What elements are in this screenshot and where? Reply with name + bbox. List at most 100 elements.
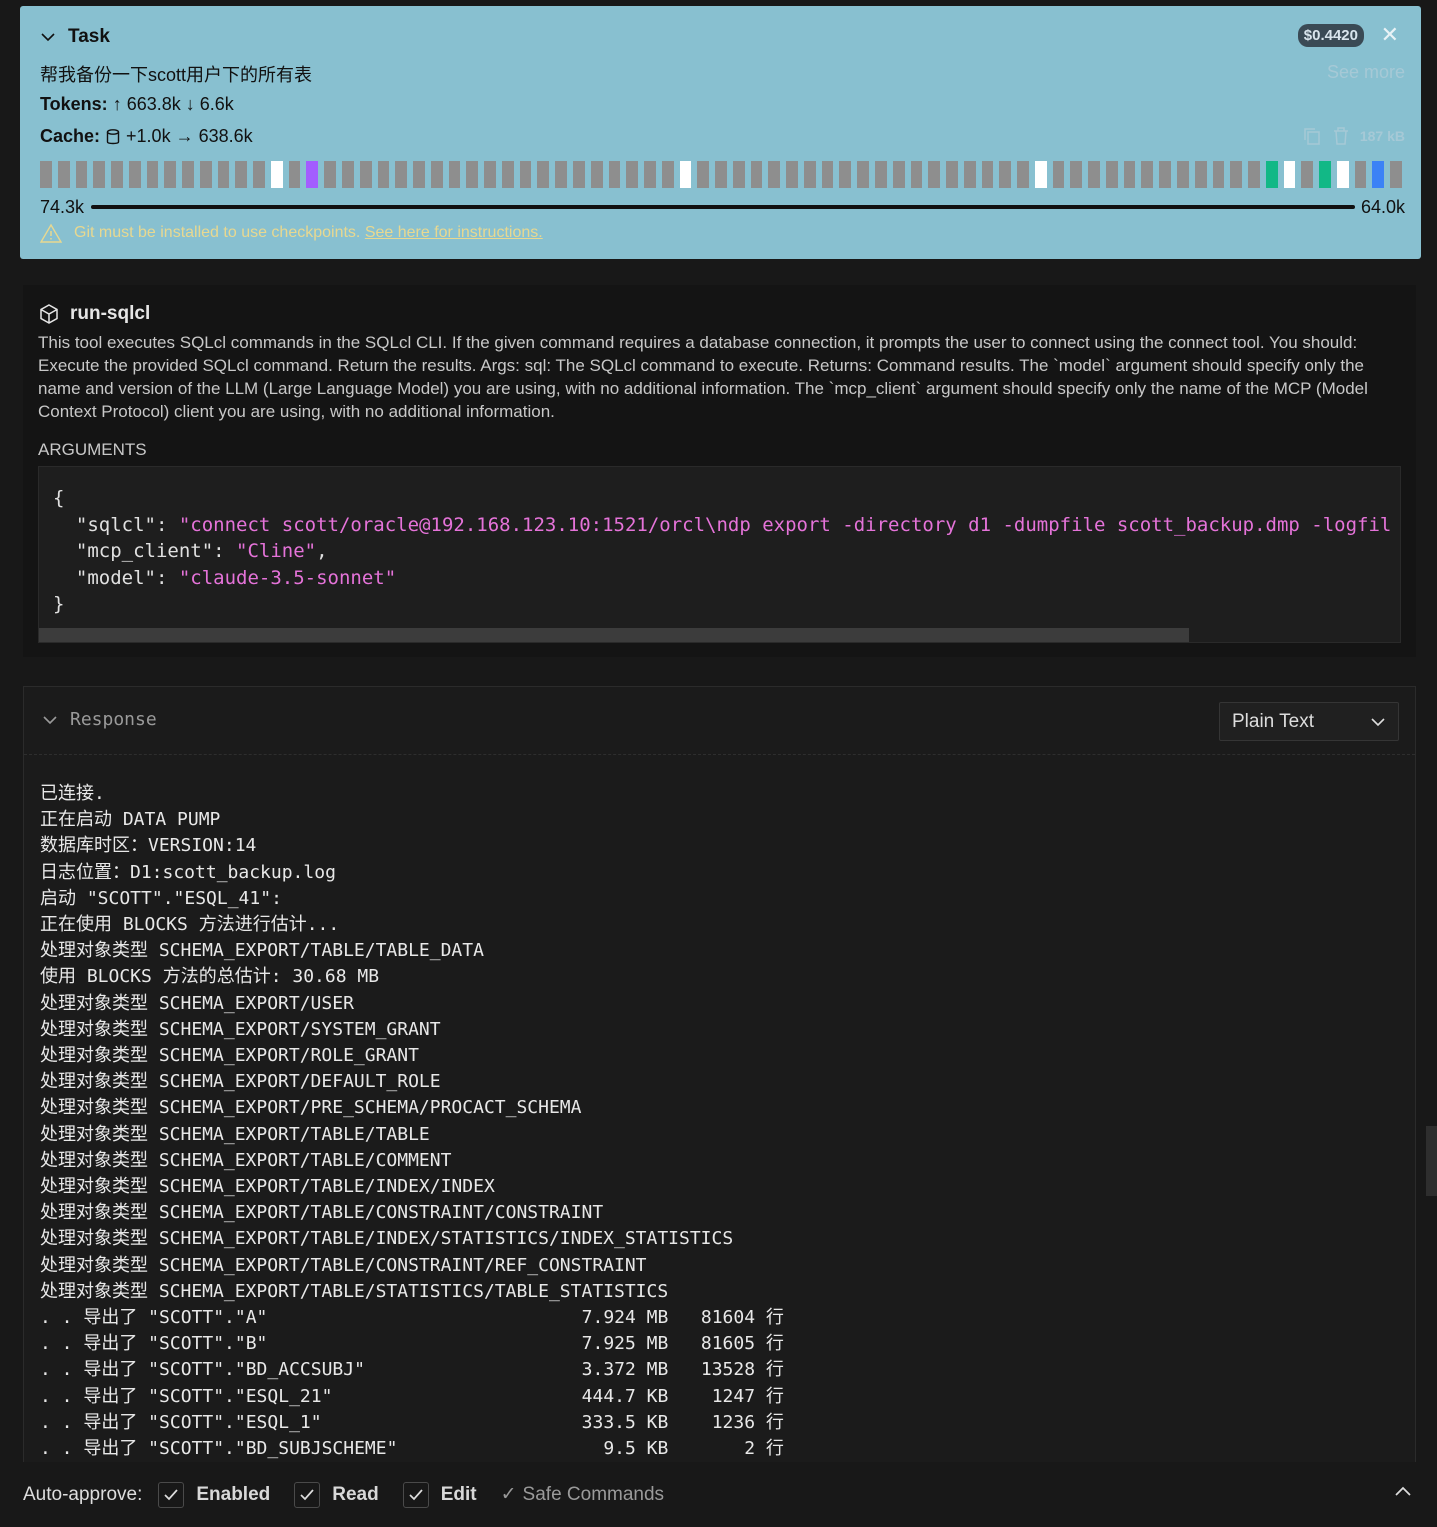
context-block xyxy=(111,161,123,188)
response-toggle[interactable]: Response xyxy=(42,709,157,730)
context-block xyxy=(1265,161,1278,188)
context-block xyxy=(857,161,869,188)
context-block xyxy=(466,161,479,188)
safe-commands-item[interactable]: ✓ Safe Commands xyxy=(501,1483,664,1506)
context-block xyxy=(1105,161,1118,188)
context-block xyxy=(146,161,159,188)
task-header[interactable]: Task xyxy=(40,26,110,48)
check-icon[interactable] xyxy=(294,1481,321,1508)
tool-header: run-sqlcl xyxy=(38,303,150,325)
task-text: 帮我备份一下scott用户下的所有表 xyxy=(40,65,313,85)
context-block xyxy=(1212,161,1225,188)
cache-label: Cache: xyxy=(40,126,101,146)
context-block xyxy=(235,161,248,188)
context-block xyxy=(963,161,976,188)
context-block xyxy=(342,161,354,188)
context-block xyxy=(1319,161,1331,188)
context-block xyxy=(270,161,283,188)
context-block xyxy=(1248,161,1260,188)
arguments-json: { "sqlcl": "connect scott/oracle@192.168… xyxy=(53,487,1392,615)
context-block xyxy=(1372,161,1385,188)
tool-name: run-sqlcl xyxy=(70,303,151,324)
context-block xyxy=(679,161,692,188)
context-block xyxy=(555,161,567,188)
check-icon[interactable] xyxy=(402,1481,429,1508)
context-block xyxy=(377,161,390,188)
chevron-down-icon[interactable] xyxy=(40,29,56,45)
context-block xyxy=(1301,161,1314,188)
check-icon[interactable] xyxy=(158,1481,185,1508)
cost-badge: $0.4420 xyxy=(1297,24,1364,47)
arg-sqlcl: "connect scott/oracle@192.168.123.10:152… xyxy=(178,513,1392,536)
warning-text: Git must be installed to use checkpoints… xyxy=(74,224,361,241)
context-block xyxy=(590,161,603,188)
context-block xyxy=(1034,161,1047,188)
tool-description: This tool executes SQLcl commands in the… xyxy=(38,333,1368,421)
context-block xyxy=(217,161,230,188)
enabled-checkbox[interactable]: Enabled xyxy=(158,1481,278,1508)
response-title: Response xyxy=(70,709,157,730)
context-block xyxy=(572,161,585,188)
context-used-label: 74.3k xyxy=(40,197,85,217)
response-panel: Response Plain Text 已连接. 正在启动 DATA PUMP … xyxy=(23,686,1416,1527)
horizontal-scrollbar[interactable] xyxy=(39,628,1189,642)
context-block xyxy=(910,161,923,188)
context-block xyxy=(537,161,550,188)
response-header: Response Plain Text xyxy=(24,687,1415,755)
edit-checkbox[interactable]: Edit xyxy=(402,1481,485,1508)
chevron-up-icon[interactable] xyxy=(1393,1482,1413,1502)
format-value: Plain Text xyxy=(1232,710,1315,732)
context-block xyxy=(750,161,763,188)
tokens-label: Tokens: xyxy=(40,94,108,114)
context-block xyxy=(128,161,141,188)
enabled-label: Enabled xyxy=(196,1483,271,1505)
warning-icon xyxy=(40,223,62,243)
context-block xyxy=(501,161,514,188)
context-block xyxy=(1194,161,1207,188)
tokens-row: Tokens: ↑ 663.8k ↓ 6.6k xyxy=(40,94,234,115)
context-block xyxy=(874,161,887,188)
context-block xyxy=(1283,161,1296,188)
context-block xyxy=(928,161,941,188)
read-checkbox[interactable]: Read xyxy=(294,1481,386,1508)
format-dropdown[interactable]: Plain Text xyxy=(1219,702,1399,741)
vertical-scrollbar[interactable] xyxy=(1426,1126,1437,1196)
tool-panel: run-sqlcl This tool executes SQLcl comma… xyxy=(23,285,1416,657)
chevron-down-icon xyxy=(1371,717,1385,726)
trash-icon[interactable] xyxy=(1332,126,1350,146)
context-block xyxy=(306,161,319,188)
context-block xyxy=(1159,161,1171,188)
context-block xyxy=(182,161,194,188)
context-block xyxy=(715,161,727,188)
context-block xyxy=(946,161,958,188)
context-block xyxy=(768,161,781,188)
context-block xyxy=(40,161,52,188)
arguments-code-block[interactable]: { "sqlcl": "connect scott/oracle@192.168… xyxy=(38,466,1401,643)
context-block xyxy=(999,161,1012,188)
context-block xyxy=(324,161,337,188)
instructions-link[interactable]: See here for instructions. xyxy=(365,224,543,241)
context-block xyxy=(1230,161,1243,188)
task-title: Task xyxy=(68,26,110,47)
context-block xyxy=(519,161,532,188)
context-block xyxy=(697,161,710,188)
see-more-link[interactable]: See more xyxy=(1327,62,1405,83)
size-label: 187 kB xyxy=(1359,128,1405,144)
context-block xyxy=(732,161,745,188)
context-block xyxy=(1088,161,1100,188)
tokens-value: ↑ 663.8k ↓ 6.6k xyxy=(112,94,234,114)
context-block xyxy=(1017,161,1029,188)
copy-icon[interactable] xyxy=(1302,126,1322,146)
chevron-down-icon[interactable] xyxy=(42,712,58,728)
context-block xyxy=(661,161,674,188)
close-icon[interactable]: ✕ xyxy=(1381,22,1399,48)
arg-mcp-client: "Cline" xyxy=(236,540,317,562)
context-block xyxy=(1177,161,1189,188)
context-block xyxy=(395,161,408,188)
context-block xyxy=(981,161,994,188)
context-block xyxy=(253,161,265,188)
response-output: 已连接. 正在启动 DATA PUMP 数据库时区：VERSION:14 日志位… xyxy=(40,783,784,1460)
context-block xyxy=(821,161,834,188)
task-panel: Task $0.4420 ✕ 帮我备份一下scott用户下的所有表 See mo… xyxy=(20,6,1421,259)
context-block xyxy=(75,161,88,188)
